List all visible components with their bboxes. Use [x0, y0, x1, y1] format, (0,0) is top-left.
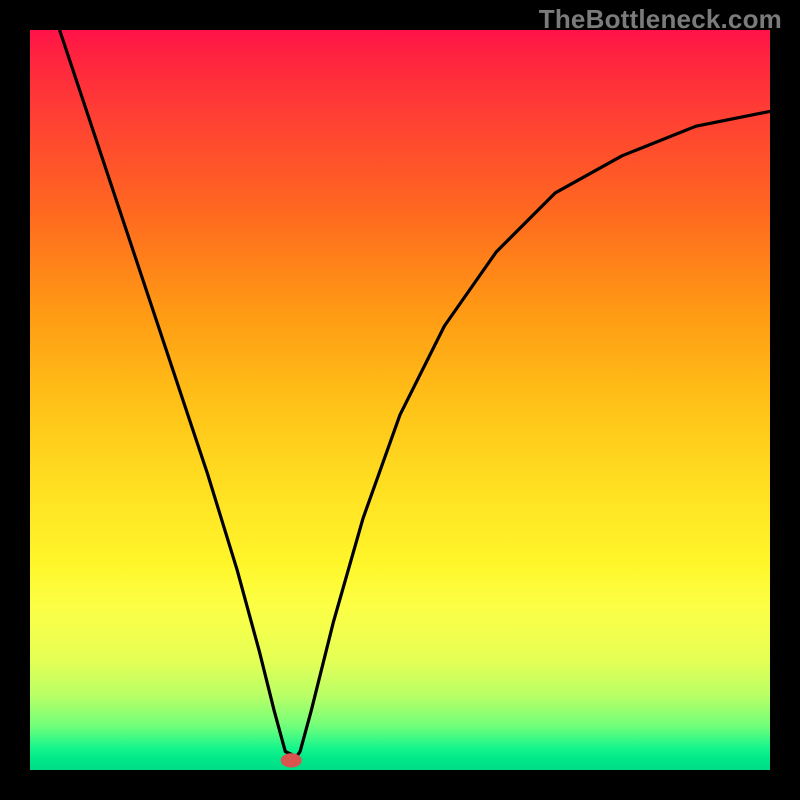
min-marker-dot	[281, 754, 301, 767]
chart-frame: TheBottleneck.com	[0, 0, 800, 800]
plot-area	[30, 30, 770, 770]
plot-svg	[30, 30, 770, 770]
bottleneck-curve	[60, 30, 770, 757]
